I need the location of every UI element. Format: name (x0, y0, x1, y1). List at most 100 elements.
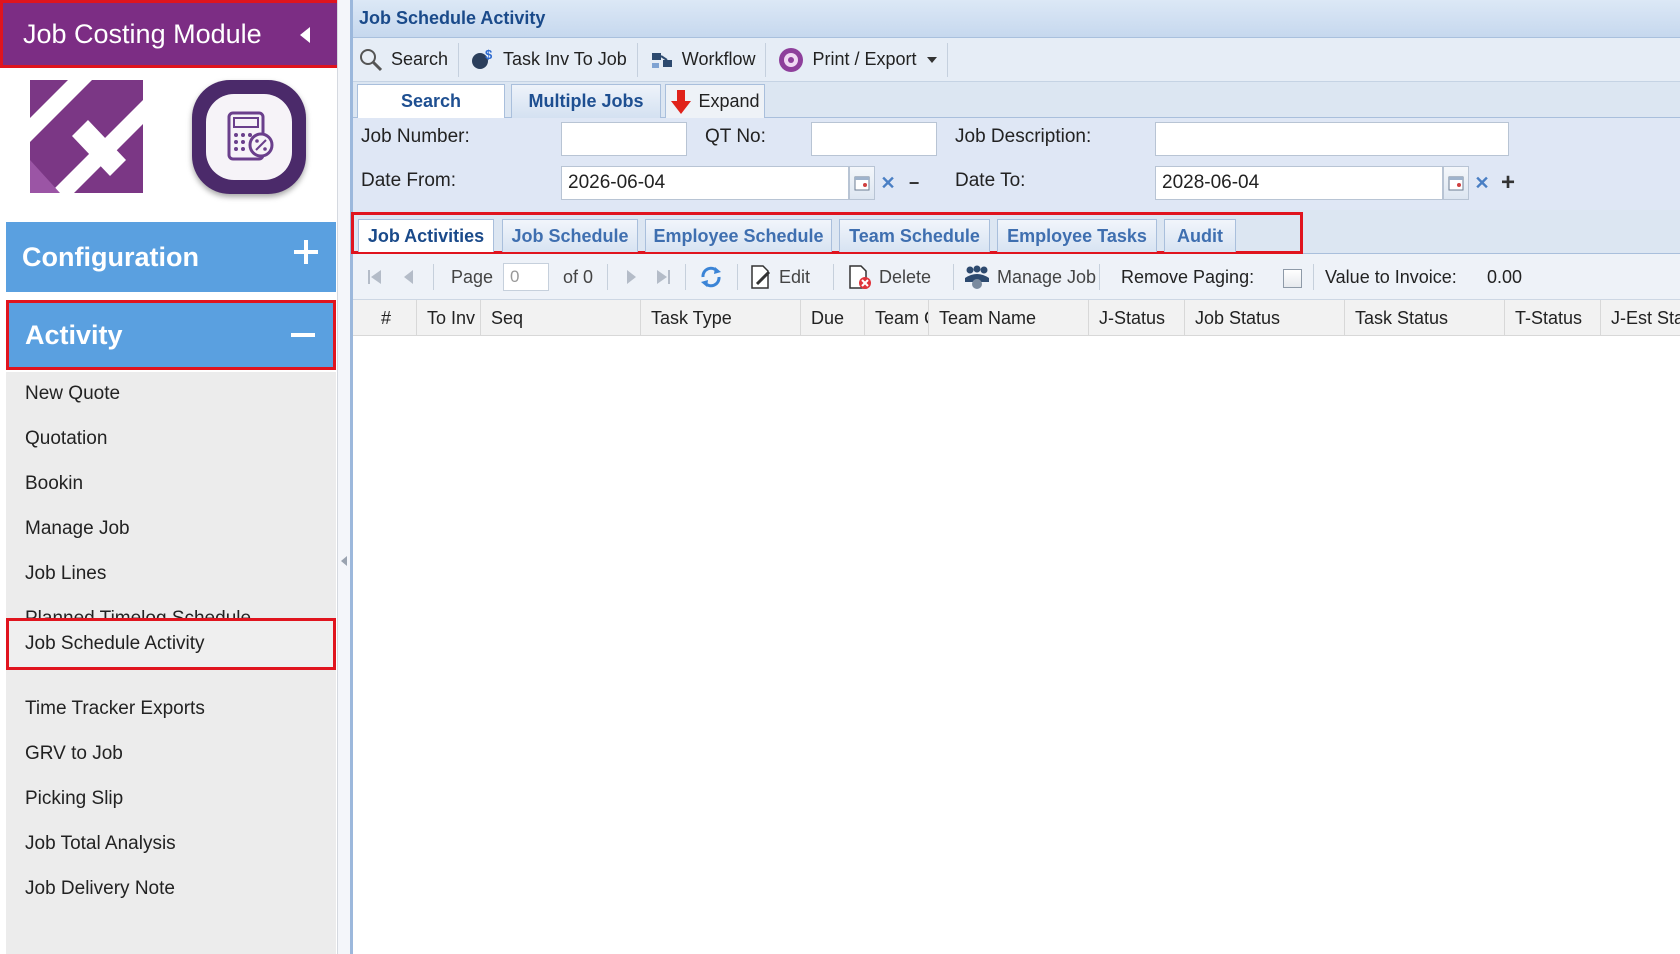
search-icon (360, 48, 383, 71)
value-to-invoice-value: 0.00 (1487, 266, 1523, 287)
column-header-team-name[interactable]: Team Name (929, 300, 1089, 336)
invoice-dollar-icon: $ (472, 48, 493, 69)
calculator-app-icon (192, 80, 306, 194)
last-page-icon[interactable] (653, 254, 673, 300)
search-button-label: Search (391, 49, 449, 69)
print-export-label: Print / Export (812, 49, 917, 69)
module-header[interactable]: Job Costing Module (0, 0, 347, 68)
sidebar-splitter[interactable] (337, 0, 350, 954)
search-button[interactable]: Search (353, 42, 460, 77)
arrow-down-icon (671, 89, 692, 114)
grid-body (353, 336, 1680, 954)
main-toolbar: Search $ Task Inv To Job Workflow Print … (353, 38, 1680, 82)
menu-item-job-schedule-activity[interactable]: Job Schedule Activity (6, 618, 336, 670)
tab-job-activities[interactable]: Job Activities (358, 219, 494, 252)
title-bar: Job Schedule Activity (353, 0, 1680, 38)
delete-button[interactable]: Delete (847, 254, 931, 300)
expand-button[interactable]: Expand (665, 84, 765, 118)
collapse-sidebar-icon[interactable] (300, 27, 310, 43)
sidebar: Job Costing Module Configuration Activit… (0, 0, 350, 954)
collapse-minus-icon[interactable] (291, 333, 315, 337)
workflow-icon (651, 52, 672, 68)
column-header-to-inv[interactable]: To Inv (417, 300, 481, 336)
date-to-calendar-icon[interactable] (1443, 166, 1469, 200)
column-header-j-est-status[interactable]: J-Est Sta (1601, 300, 1680, 336)
tab-job-schedule[interactable]: Job Schedule (502, 219, 638, 252)
print-export-button[interactable]: Print / Export (772, 42, 948, 77)
section-activity-label: Activity (25, 319, 123, 350)
activity-tabs: Job Activities Job Schedule Employee Sch… (351, 212, 1303, 254)
expand-plus-icon[interactable] (294, 240, 318, 264)
delete-label: Delete (879, 266, 932, 287)
splitter-collapse-icon[interactable] (341, 556, 347, 566)
column-header-task-type[interactable]: Task Type (641, 300, 801, 336)
section-configuration[interactable]: Configuration (6, 222, 336, 292)
menu-item-picking-slip[interactable]: Picking Slip (6, 777, 336, 821)
tab-audit[interactable]: Audit (1164, 219, 1236, 252)
delete-icon (849, 265, 871, 289)
separator (433, 264, 434, 290)
date-from-calendar-icon[interactable] (849, 166, 875, 200)
column-header-due[interactable]: Due (801, 300, 865, 336)
job-number-input[interactable] (561, 122, 687, 156)
edit-label: Edit (779, 266, 811, 287)
menu-item-job-delivery-note[interactable]: Job Delivery Note (6, 867, 336, 911)
module-title: Job Costing Module (23, 18, 262, 49)
date-from-input[interactable]: 2026-06-04 (561, 166, 849, 200)
next-page-icon[interactable] (623, 254, 639, 300)
edit-button[interactable]: Edit (749, 254, 810, 300)
separator (737, 264, 738, 290)
menu-item-job-total-analysis[interactable]: Job Total Analysis (6, 822, 336, 866)
date-to-plus-icon[interactable]: + (1495, 166, 1521, 200)
column-header-seq[interactable]: Seq (481, 300, 641, 336)
chevron-down-icon[interactable] (926, 56, 937, 63)
section-configuration-label: Configuration (22, 241, 199, 272)
column-header-j-status[interactable]: J-Status (1089, 300, 1185, 336)
job-number-label: Job Number: (361, 126, 470, 147)
section-activity[interactable]: Activity (6, 300, 336, 370)
column-header-t-status[interactable]: T-Status (1505, 300, 1601, 336)
qt-no-input[interactable] (811, 122, 937, 156)
column-header-team-c[interactable]: Team C (865, 300, 929, 336)
workflow-button[interactable]: Workflow (644, 42, 767, 77)
menu-item-time-tracker-exports[interactable]: Time Tracker Exports (6, 687, 336, 731)
search-tabs: Search Multiple Jobs Expand (353, 82, 1680, 118)
date-to-input[interactable]: 2028-06-04 (1155, 166, 1443, 200)
date-from-clear-icon[interactable]: ✕ (875, 166, 901, 200)
date-from-label: Date From: (361, 170, 457, 191)
first-page-icon[interactable] (365, 254, 385, 300)
page-number-input[interactable]: 0 (503, 263, 549, 291)
activity-menu: New Quote Quotation Bookin Manage Job Jo… (6, 372, 336, 954)
separator (1099, 264, 1100, 290)
menu-item-grv-to-job[interactable]: GRV to Job (6, 732, 336, 776)
date-to-clear-icon[interactable]: ✕ (1469, 166, 1495, 200)
task-inv-to-job-button[interactable]: $ Task Inv To Job (465, 42, 638, 77)
page-title: Job Schedule Activity (359, 8, 546, 28)
column-header-job-status[interactable]: Job Status (1185, 300, 1345, 336)
manage-job-button[interactable]: Manage Job (963, 254, 1096, 300)
column-header-number[interactable]: # (353, 300, 417, 336)
workflow-label: Workflow (681, 49, 756, 69)
activity-tabs-strip: Job Activities Job Schedule Employee Sch… (351, 210, 1680, 254)
menu-item-new-quote[interactable]: New Quote (6, 372, 336, 416)
remove-paging-checkbox[interactable] (1283, 269, 1302, 288)
tab-search[interactable]: Search (357, 84, 505, 118)
menu-item-quotation[interactable]: Quotation (6, 417, 336, 461)
column-header-task-status[interactable]: Task Status (1345, 300, 1505, 336)
logo-area (0, 68, 350, 218)
job-description-input[interactable] (1155, 122, 1509, 156)
date-to-label: Date To: (955, 170, 1026, 191)
print-export-icon (779, 47, 804, 72)
task-inv-to-job-label: Task Inv To Job (503, 49, 627, 69)
menu-item-bookin[interactable]: Bookin (6, 462, 336, 506)
refresh-icon[interactable] (699, 254, 723, 300)
tab-multiple-jobs[interactable]: Multiple Jobs (511, 84, 661, 118)
prev-page-icon[interactable] (401, 254, 417, 300)
tab-employee-tasks[interactable]: Employee Tasks (997, 219, 1157, 252)
tab-employee-schedule[interactable]: Employee Schedule (645, 219, 832, 252)
tab-team-schedule[interactable]: Team Schedule (839, 219, 990, 252)
date-from-minus-icon[interactable]: − (901, 166, 927, 200)
menu-item-job-lines[interactable]: Job Lines (6, 552, 336, 596)
menu-item-manage-job[interactable]: Manage Job (6, 507, 336, 551)
remove-paging-label: Remove Paging: (1121, 266, 1255, 287)
